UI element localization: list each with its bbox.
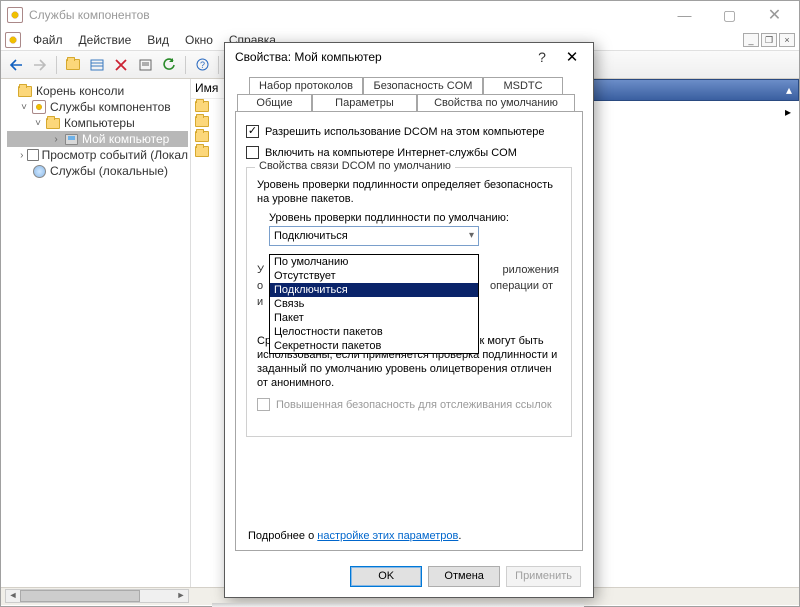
tree-event-viewer[interactable]: Просмотр событий (Локал: [42, 148, 188, 162]
folder-icon: [195, 116, 209, 127]
tree-expander[interactable]: ›: [49, 134, 63, 145]
tab-parameters[interactable]: Параметры: [312, 94, 417, 111]
more-info-line: Подробнее о настройке этих параметров.: [248, 530, 461, 542]
tree-computers[interactable]: Компьютеры: [64, 116, 135, 130]
tree-services-local[interactable]: Службы (локальные): [50, 164, 168, 178]
menu-view[interactable]: Вид: [139, 31, 177, 49]
dropdown-option[interactable]: Отсутствует: [270, 269, 478, 283]
auth-level-label: Уровень проверки подлинности по умолчани…: [269, 212, 561, 224]
maximize-button[interactable]: ▢: [707, 3, 752, 27]
dropdown-option[interactable]: По умолчанию: [270, 255, 478, 269]
tree-my-computer[interactable]: Мой компьютер: [82, 132, 169, 146]
mdi-close-button[interactable]: ×: [779, 33, 795, 47]
apply-button[interactable]: Применить: [506, 566, 581, 587]
dcom-defaults-fieldset: Свойства связи DCOM по умолчанию Уровень…: [246, 167, 572, 437]
tree-expander[interactable]: ˅: [31, 118, 45, 129]
tab-msdtc[interactable]: MSDTC: [483, 77, 563, 94]
submenu-arrow-icon: ▸: [785, 105, 791, 119]
tree-expander[interactable]: ›: [17, 150, 27, 161]
obscured-text: операции от: [490, 280, 553, 292]
services-icon: [31, 164, 47, 178]
toolbar-folder-icon[interactable]: [62, 54, 84, 76]
obscured-text: о: [257, 280, 263, 292]
tab-com-security[interactable]: Безопасность COM: [363, 77, 483, 94]
dialog-help-button[interactable]: ?: [529, 49, 555, 65]
dialog-shadow: [212, 603, 584, 607]
tree-root[interactable]: Корень консоли: [36, 84, 124, 98]
event-viewer-icon: [27, 148, 39, 162]
tree-expander[interactable]: ˅: [17, 102, 31, 113]
dropdown-option-selected[interactable]: Подключиться: [270, 283, 478, 297]
menu-action[interactable]: Действие: [71, 31, 140, 49]
dropdown-option[interactable]: Пакет: [270, 311, 478, 325]
toolbar-list-icon[interactable]: [86, 54, 108, 76]
properties-dialog: Свойства: Мой компьютер ? ✕ Набор проток…: [224, 42, 594, 598]
fieldset-legend: Свойства связи DCOM по умолчанию: [255, 160, 455, 172]
enhanced-security-label: Повышенная безопасность для отслеживания…: [276, 399, 552, 411]
folder-icon: [195, 146, 209, 157]
minimize-button[interactable]: —: [662, 3, 707, 27]
menu-file[interactable]: Файл: [25, 31, 71, 49]
obscured-text: У: [257, 264, 264, 276]
tab-general[interactable]: Общие: [237, 94, 312, 111]
tree-svc-components[interactable]: Службы компонентов: [50, 100, 171, 114]
enable-dcom-label: Разрешить использование DCOM на этом ком…: [265, 126, 544, 138]
svg-text:?: ?: [199, 60, 204, 70]
folder-icon: [195, 131, 209, 142]
dialog-buttons: OK Отмена Применить: [225, 555, 593, 597]
dropdown-option[interactable]: Связь: [270, 297, 478, 311]
folder-icon: [17, 84, 33, 98]
obscured-text: риложения: [503, 264, 559, 276]
tab-protocols[interactable]: Набор протоколов: [249, 77, 363, 94]
computer-icon: [63, 132, 79, 146]
dialog-title: Свойства: Мой компьютер: [235, 50, 529, 64]
cancel-button[interactable]: Отмена: [428, 566, 500, 587]
tree-view[interactable]: Корень консоли ˅ Службы компонентов ˅ Ко…: [1, 79, 191, 587]
app-icon: [7, 7, 23, 23]
back-button[interactable]: [5, 54, 27, 76]
auth-level-description: Уровень проверки подлинности определяет …: [257, 178, 561, 206]
scroll-right-icon[interactable]: ►: [174, 590, 188, 602]
window-title: Службы компонентов: [29, 8, 662, 22]
dropdown-option[interactable]: Секретности пакетов: [270, 339, 478, 353]
enable-inet-com-label: Включить на компьютере Интернет-службы C…: [265, 147, 517, 159]
folder-icon: [195, 101, 209, 112]
scroll-left-icon[interactable]: ◄: [6, 590, 20, 602]
forward-button[interactable]: [29, 54, 51, 76]
menu-window[interactable]: Окно: [177, 31, 221, 49]
dialog-titlebar[interactable]: Свойства: Мой компьютер ? ✕: [225, 43, 593, 71]
ok-button[interactable]: OK: [350, 566, 422, 587]
dialog-close-button[interactable]: ✕: [555, 48, 589, 66]
horizontal-scrollbar[interactable]: ◄ ►: [5, 589, 189, 603]
chevron-down-icon: ▾: [469, 230, 474, 241]
tab-default-properties[interactable]: Свойства по умолчанию: [417, 94, 575, 111]
enable-dcom-checkbox[interactable]: ✓: [246, 125, 259, 138]
close-button[interactable]: ✕: [752, 3, 797, 27]
folder-icon: [45, 116, 61, 130]
scroll-thumb[interactable]: [20, 590, 140, 602]
collapse-arrow-icon[interactable]: ▴: [786, 83, 792, 97]
tab-panel: ✓ Разрешить использование DCOM на этом к…: [235, 111, 583, 551]
combo-value: Подключиться: [274, 230, 348, 242]
dropdown-option[interactable]: Целостности пакетов: [270, 325, 478, 339]
auth-level-combobox[interactable]: Подключиться ▾: [269, 226, 479, 246]
enhanced-security-checkbox: [257, 398, 270, 411]
toolbar-help-icon[interactable]: ?: [191, 54, 213, 76]
more-info-link[interactable]: настройке этих параметров: [317, 530, 458, 542]
toolbar-refresh-icon[interactable]: [158, 54, 180, 76]
toolbar-delete-icon[interactable]: [110, 54, 132, 76]
titlebar[interactable]: Службы компонентов — ▢ ✕: [1, 1, 799, 29]
enable-inet-com-checkbox[interactable]: [246, 146, 259, 159]
obscured-text: и: [257, 296, 263, 308]
gear-icon: [31, 100, 47, 114]
auth-level-dropdown[interactable]: По умолчанию Отсутствует Подключиться Св…: [269, 254, 479, 354]
mdi-restore-button[interactable]: ❐: [761, 33, 777, 47]
menu-app-icon: [5, 32, 21, 48]
toolbar-properties-icon[interactable]: [134, 54, 156, 76]
more-info-prefix: Подробнее о: [248, 530, 317, 542]
mdi-minimize-button[interactable]: _: [743, 33, 759, 47]
